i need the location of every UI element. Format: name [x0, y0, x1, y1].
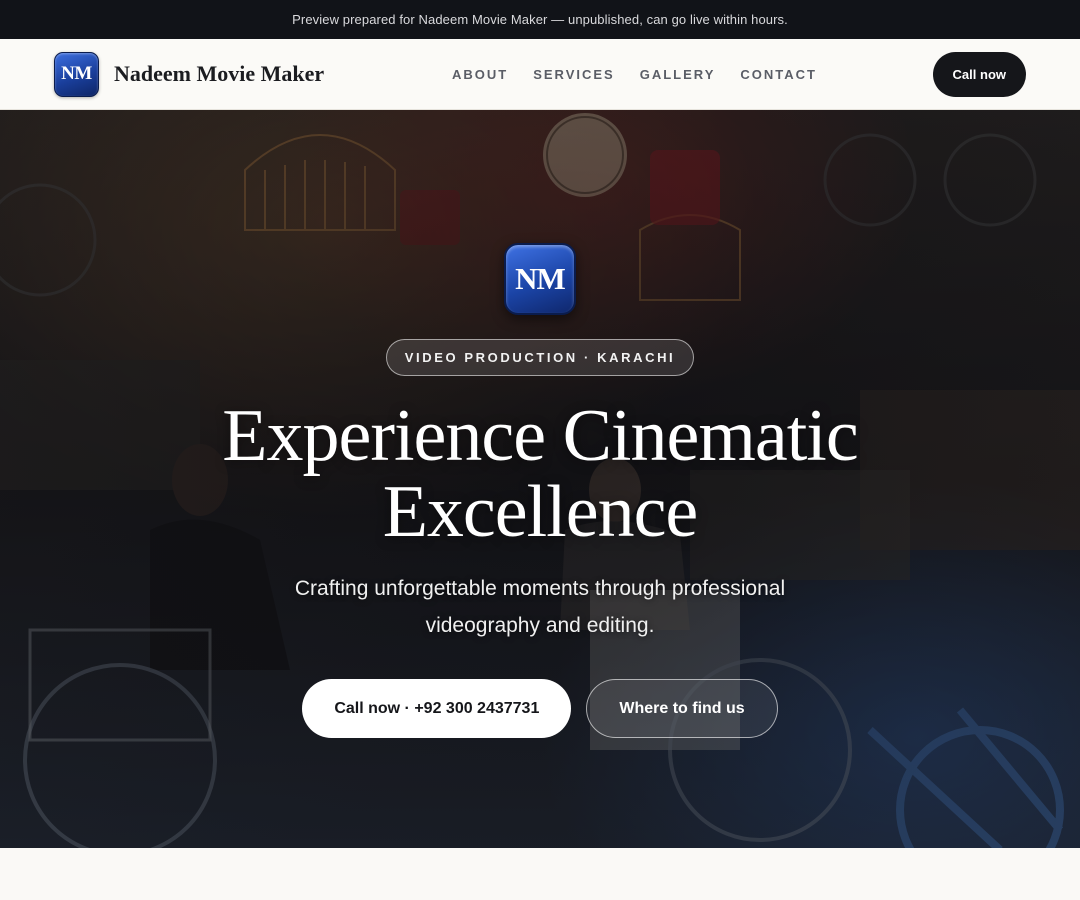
hero-subtitle: Crafting unforgettable moments through p… — [294, 577, 786, 637]
call-now-phone-button[interactable]: Call now · +92 300 2437731 — [302, 679, 572, 738]
main-nav: ABOUT SERVICES GALLERY CONTACT — [452, 39, 842, 110]
nav-about[interactable]: ABOUT — [452, 67, 508, 82]
site-header: NM Nadeem Movie Maker ABOUT SERVICES GAL… — [0, 39, 1080, 110]
header-call-button[interactable]: Call now — [932, 51, 1026, 97]
announcement-text: Preview prepared for Nadeem Movie Maker … — [292, 12, 788, 27]
hero-section: NM VIDEO PRODUCTION · KARACHI Experience… — [0, 110, 1080, 848]
brand[interactable]: NM Nadeem Movie Maker — [54, 51, 324, 97]
hero-logo: NM — [504, 243, 576, 315]
next-section — [0, 848, 1080, 900]
hero-title: Experience Cinematic Excellence — [222, 395, 858, 553]
find-us-button[interactable]: Where to find us — [586, 679, 778, 738]
brand-logo-text: NM — [61, 63, 92, 84]
nav-services[interactable]: SERVICES — [533, 67, 615, 82]
brand-name[interactable]: Nadeem Movie Maker — [114, 61, 324, 87]
hero-actions: Call now · +92 300 2437731 Where to find… — [302, 679, 778, 738]
hero-content: NM VIDEO PRODUCTION · KARACHI Experience… — [0, 110, 1080, 848]
nav-gallery[interactable]: GALLERY — [640, 67, 716, 82]
brand-logo[interactable]: NM — [54, 51, 99, 97]
hero-tagline-badge: VIDEO PRODUCTION · KARACHI — [385, 339, 695, 376]
hero-logo-text: NM — [515, 261, 566, 296]
nav-contact[interactable]: CONTACT — [740, 67, 817, 82]
announcement-bar: Preview prepared for Nadeem Movie Maker … — [0, 0, 1080, 39]
